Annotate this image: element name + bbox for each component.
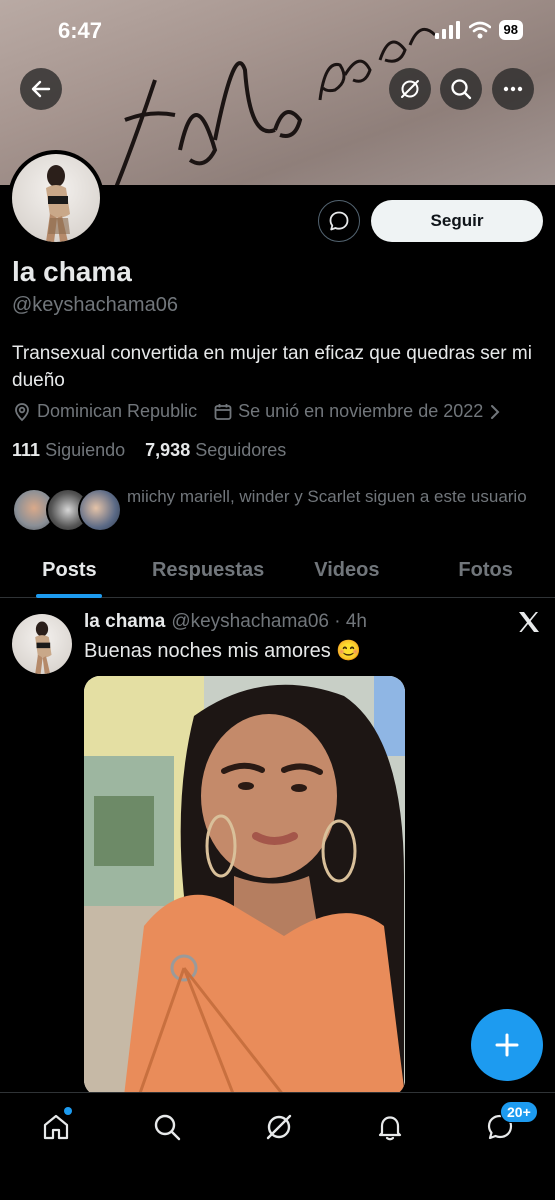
more-button[interactable] <box>492 68 534 110</box>
post-image[interactable] <box>84 676 405 1096</box>
location-text: Dominican Republic <box>37 401 198 421</box>
follow-counts: 111 Siguiendo 7,938 Seguidores <box>12 440 286 461</box>
calendar-icon <box>214 403 232 420</box>
followers-you-know-avatars <box>12 488 122 532</box>
nav-messages[interactable]: 20+ <box>480 1101 538 1147</box>
location-icon <box>15 402 29 421</box>
following-count: 111 <box>12 440 41 460</box>
post-author-name[interactable]: la chama <box>84 611 165 632</box>
plus-icon <box>495 1033 519 1057</box>
status-bar: 6:47 98 <box>0 0 555 60</box>
profile-joined[interactable]: Se unió en noviembre de 2022 <box>213 401 502 422</box>
more-icon <box>503 86 523 92</box>
followers-link[interactable]: 7,938 Seguidores <box>145 440 286 460</box>
wifi-icon <box>468 21 491 39</box>
tab-photos[interactable]: Fotos <box>416 550 555 597</box>
profile-bio: Transexual convertida en mujer tan efica… <box>12 343 532 391</box>
search-button[interactable] <box>440 68 482 110</box>
profile-meta: Dominican Republic Se unió en noviembre … <box>12 401 518 422</box>
profile-avatar[interactable] <box>8 150 104 246</box>
search-icon <box>154 1114 181 1141</box>
avatar-figure <box>46 165 70 242</box>
avatar-figure <box>35 621 52 674</box>
following-link[interactable]: 111 Siguiendo <box>12 440 125 460</box>
battery-indicator: 98 <box>498 20 523 40</box>
post-header: la chama @keyshachama06 · 4h <box>84 611 367 633</box>
message-icon <box>329 211 349 231</box>
message-button[interactable] <box>318 200 360 242</box>
post-photo <box>84 676 405 1096</box>
back-arrow-icon <box>31 80 51 98</box>
nav-search[interactable] <box>147 1107 187 1147</box>
notifications-icon <box>378 1116 402 1141</box>
followers-count: 7,938 <box>145 440 191 460</box>
joined-text: Se unió en noviembre de 2022 <box>238 401 484 421</box>
grok-icon <box>266 1114 292 1140</box>
followers-label: Seguidores <box>195 440 287 460</box>
post-avatar[interactable] <box>12 614 72 674</box>
messages-badge: 20+ <box>500 1101 538 1123</box>
avatar <box>78 488 122 532</box>
grok-icon <box>401 80 419 98</box>
tab-replies[interactable]: Respuestas <box>139 550 278 597</box>
post[interactable]: la chama @keyshachama06 · 4h Buenas noche… <box>0 600 555 1096</box>
nav-grok[interactable] <box>259 1107 299 1147</box>
profile-handle: @keyshachama06 <box>12 294 178 316</box>
tab-videos[interactable]: Videos <box>278 550 417 597</box>
grok-button[interactable] <box>389 68 431 110</box>
followers-you-know-text: miichy mariell, winder y Scarlet siguen … <box>127 487 527 506</box>
bottom-navigation: 20+ <box>0 1092 555 1200</box>
status-time: 6:47 <box>58 18 103 43</box>
home-icon <box>43 1114 69 1140</box>
post-handle-time: @keyshachama06 · 4h <box>171 611 367 632</box>
home-notification-dot <box>64 1107 72 1115</box>
search-icon <box>451 79 472 100</box>
status-icons: 98 <box>434 20 523 40</box>
cellular-signal-icon <box>434 21 460 39</box>
nav-notifications[interactable] <box>370 1107 410 1147</box>
following-label: Siguiendo <box>45 440 126 460</box>
follow-button[interactable]: Seguir <box>371 200 543 242</box>
profile-display-name: la chama <box>12 256 132 287</box>
chevron-right-icon <box>491 404 500 419</box>
tab-posts[interactable]: Posts <box>0 550 139 597</box>
x-logo-icon <box>519 612 539 632</box>
profile-tabs: Posts Respuestas Videos Fotos <box>0 550 555 598</box>
nav-home[interactable] <box>36 1107 76 1147</box>
compose-post-button[interactable] <box>471 1009 543 1081</box>
profile-location: Dominican Republic <box>12 401 197 422</box>
back-button[interactable] <box>20 68 62 110</box>
post-text: Buenas noches mis amores 😊 <box>84 640 362 662</box>
followers-you-know[interactable]: miichy mariell, winder y Scarlet siguen … <box>12 484 542 534</box>
